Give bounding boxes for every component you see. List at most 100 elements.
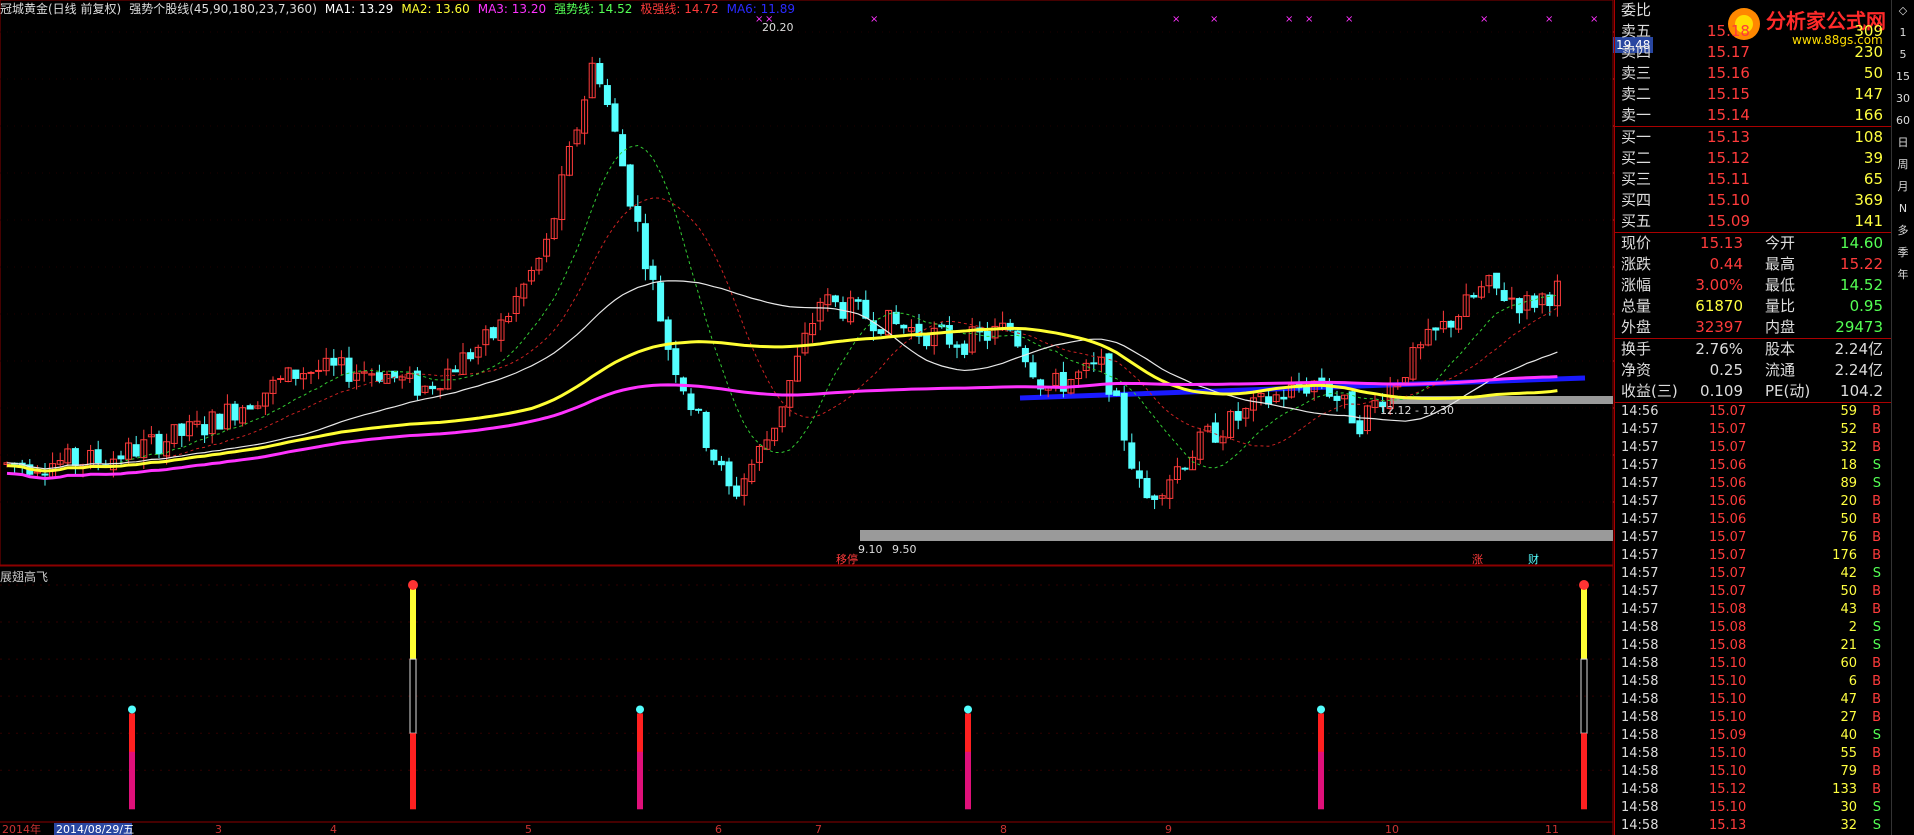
tick-side: S [1872, 566, 1881, 581]
tick-price: 15.10 [1709, 674, 1747, 689]
candle-body [953, 344, 961, 348]
quote-row: 涨跌 0.44 最高 15.22 [1615, 254, 1891, 275]
xaxis-month: 7 [815, 823, 822, 835]
quote-value: 2.24亿 [1834, 361, 1883, 379]
chart-area[interactable]: 20.0019.0018.0017.0016.0015.0014.0013.00… [0, 0, 1614, 835]
indicator-bar-yellow [410, 585, 416, 660]
candle-body [216, 413, 224, 430]
tick-row: 14:58 15.10 30 S [1615, 799, 1891, 817]
tick-price: 15.07 [1709, 440, 1747, 455]
tick-row: 14:58 15.10 55 B [1615, 745, 1891, 763]
xaxis-month: 9 [1165, 823, 1172, 835]
xaxis-month: 11 [1545, 823, 1559, 835]
tick-time: 14:57 [1621, 422, 1659, 437]
candle-body [1234, 411, 1242, 421]
quote-row: 收益(三) 0.109 PE(动) 104.2 [1615, 381, 1891, 402]
kline-chart[interactable]: 20.0019.0018.0017.0016.0015.0014.0013.00… [0, 0, 1614, 835]
period-tab[interactable]: 15 [1892, 66, 1914, 88]
tick-time: 14:58 [1621, 764, 1659, 779]
candle-body [854, 299, 862, 302]
indicator-params: 强势个股线(45,90,180,23,7,360) [129, 2, 317, 16]
period-tab[interactable]: 月 [1892, 176, 1914, 198]
tick-volume: 27 [1840, 710, 1857, 725]
tick-time: 14:57 [1621, 494, 1659, 509]
candle-body [71, 448, 79, 467]
tick-row: 14:58 15.08 2 S [1615, 619, 1891, 637]
tick-volume: 59 [1840, 404, 1857, 419]
tick-volume: 18 [1840, 458, 1857, 473]
period-tabs: ◇ 1 5 15 30 60 日周月 N 多季年 [1891, 0, 1914, 835]
candle-body [1447, 320, 1455, 328]
tick-price: 15.08 [1709, 638, 1747, 653]
tick-price: 15.06 [1709, 494, 1747, 509]
period-tab[interactable]: N [1892, 198, 1914, 220]
tick-side: B [1872, 494, 1881, 509]
period-tab[interactable]: 季 [1892, 242, 1914, 264]
asks-row: 卖四 15.17 230 [1615, 42, 1891, 63]
candle-body [733, 485, 741, 497]
candle-body [1508, 297, 1516, 300]
candle-body [467, 352, 475, 360]
tick-volume: 55 [1840, 746, 1857, 761]
stock-title: 冠城黄金(日线 前复权) [0, 2, 122, 16]
quote-label: PE(动) [1765, 382, 1811, 400]
xaxis-month: 10 [1385, 823, 1399, 835]
indicator-bar-top [637, 713, 643, 752]
tick-side: B [1872, 602, 1881, 617]
candle-body [41, 473, 49, 476]
signal-marker: × [1345, 14, 1353, 25]
tick-side: B [1872, 584, 1881, 599]
tick-volume: 176 [1832, 548, 1857, 563]
candle-body [1333, 395, 1341, 401]
tick-price: 15.06 [1709, 512, 1747, 527]
chart-header: 冠城黄金(日线 前复权) 强势个股线(45,90,180,23,7,360) MA1… [0, 0, 803, 18]
period-tab[interactable]: 年 [1892, 264, 1914, 286]
period-tab[interactable]: 1 [1892, 22, 1914, 44]
period-tab[interactable]: ◇ [1892, 0, 1914, 22]
tick-volume: 32 [1840, 440, 1857, 455]
asks-volume: 147 [1854, 85, 1883, 103]
bids-price: 15.12 [1707, 149, 1750, 167]
period-tab[interactable]: 5 [1892, 44, 1914, 66]
quote-label: 换手 [1621, 340, 1652, 358]
tick-price: 15.06 [1709, 458, 1747, 473]
period-tab[interactable]: 周 [1892, 154, 1914, 176]
period-tab[interactable]: 多 [1892, 220, 1914, 242]
period-tab[interactable]: 日 [1892, 132, 1914, 154]
tick-row: 14:58 15.10 6 B [1615, 673, 1891, 691]
quote-value: 61870 [1695, 297, 1743, 315]
candle-body [1128, 442, 1136, 469]
tick-volume: 6 [1848, 674, 1857, 689]
band-annotation: 12.12 - 12.30 [1380, 404, 1454, 417]
candle-body [695, 408, 703, 411]
tick-row: 14:58 15.13 32 S [1615, 817, 1891, 835]
candle-body [1531, 295, 1539, 308]
tick-time: 14:57 [1621, 530, 1659, 545]
tick-time: 14:58 [1621, 692, 1659, 707]
tick-volume: 50 [1840, 584, 1857, 599]
bids-row: 买三 15.11 65 [1615, 169, 1891, 190]
candle-body [489, 327, 497, 339]
period-tab[interactable]: 30 [1892, 88, 1914, 110]
candle-body [687, 393, 695, 411]
candle-body [702, 411, 710, 448]
indicator-marker [1579, 580, 1589, 590]
quote-row: 净资 0.25 流通 2.24亿 [1615, 360, 1891, 381]
bids-label: 买四 [1621, 191, 1652, 209]
candle-body [1143, 477, 1151, 499]
candle-body [923, 334, 931, 347]
tick-time: 14:57 [1621, 548, 1659, 563]
bid-list: 买一 15.13 108 买二 15.12 39 买三 15.11 65 买四 15.10 369 买五… [1615, 126, 1891, 232]
period-tab[interactable]: 60 [1892, 110, 1914, 132]
candle-body [1151, 495, 1159, 500]
tick-time: 14:57 [1621, 458, 1659, 473]
candle-body [1356, 420, 1364, 435]
tick-time: 14:57 [1621, 566, 1659, 581]
candle-body [1493, 272, 1501, 289]
tick-time: 14:57 [1621, 440, 1659, 455]
candle-body [634, 206, 642, 222]
signal-marker: × [1305, 14, 1313, 25]
asks-label: 卖五 [1621, 22, 1652, 40]
candle-body [292, 369, 300, 379]
candle-body [672, 348, 680, 376]
